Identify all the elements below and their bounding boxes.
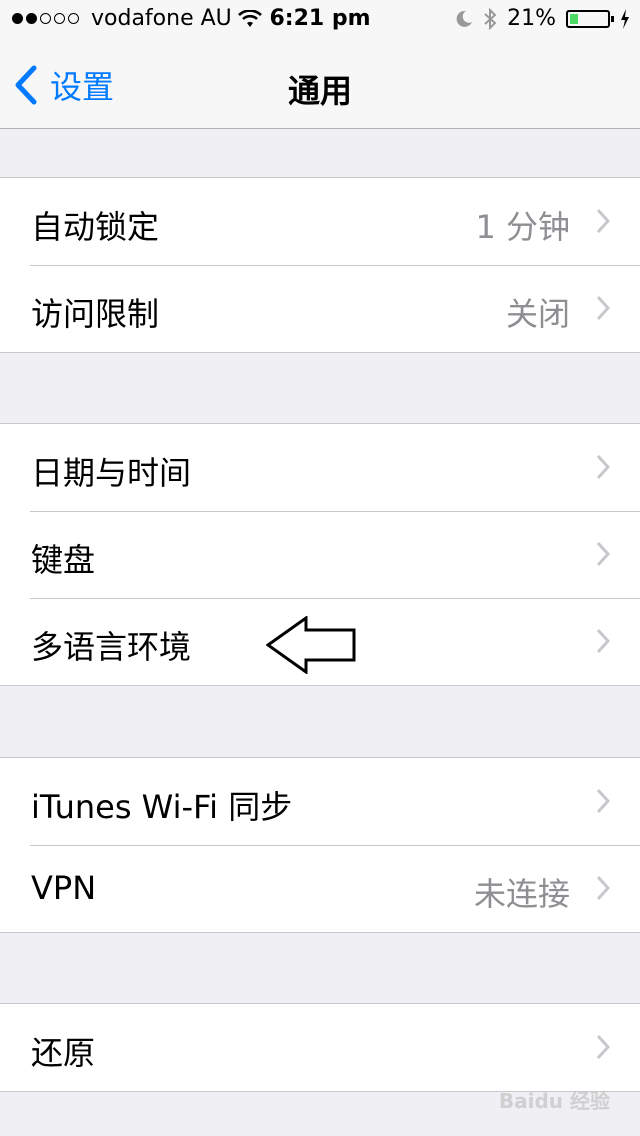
row-value: 未连接 [473, 875, 570, 913]
row-label: 还原 [31, 1034, 96, 1072]
moon-icon [456, 10, 473, 27]
annotation-arrow-icon [266, 616, 356, 674]
settings-row-itunes-wifi-sync[interactable]: iTunes Wi-Fi 同步 [0, 758, 640, 845]
chevron-right-icon [596, 1034, 610, 1060]
chevron-right-icon [596, 454, 610, 480]
chevron-right-icon [596, 295, 610, 321]
settings-group-lock: 自动锁定 1 分钟 访问限制 关闭 [0, 177, 640, 353]
row-label: 访问限制 [31, 295, 160, 333]
settings-group-reset: 还原 [0, 1003, 640, 1092]
chevron-right-icon [596, 628, 610, 654]
chevron-right-icon [596, 208, 610, 234]
navigation-bar: 设置 通用 [0, 40, 640, 129]
row-label: 日期与时间 [31, 454, 192, 492]
settings-row-date-time[interactable]: 日期与时间 [0, 424, 640, 511]
status-bar: vodafone AU 6:21 pm 21% [0, 0, 640, 40]
row-value: 关闭 [505, 295, 570, 333]
row-label: 键盘 [31, 541, 96, 579]
battery-level [570, 13, 578, 24]
row-label: 多语言环境 [31, 628, 192, 666]
settings-row-restrictions[interactable]: 访问限制 关闭 [0, 265, 640, 352]
settings-row-auto-lock[interactable]: 自动锁定 1 分钟 [0, 178, 640, 265]
row-value: 1 分钟 [475, 208, 570, 246]
chevron-right-icon [596, 788, 610, 814]
bluetooth-icon [484, 7, 497, 30]
charging-bolt-icon [621, 8, 629, 29]
row-label: 自动锁定 [31, 208, 160, 246]
settings-row-vpn[interactable]: VPN 未连接 [0, 845, 640, 932]
battery-icon [566, 9, 614, 28]
page-title: 通用 [287, 72, 352, 110]
chevron-right-icon [596, 541, 610, 567]
settings-group-sync: iTunes Wi-Fi 同步 VPN 未连接 [0, 757, 640, 933]
watermark-logo: Baidu 经验 [498, 1089, 610, 1113]
row-label: VPN [31, 869, 97, 907]
battery-percent: 21% [507, 6, 556, 31]
settings-row-keyboard[interactable]: 键盘 [0, 511, 640, 598]
settings-row-reset[interactable]: 还原 [0, 1004, 640, 1091]
chevron-right-icon [596, 875, 610, 901]
row-label: iTunes Wi-Fi 同步 [31, 788, 293, 826]
